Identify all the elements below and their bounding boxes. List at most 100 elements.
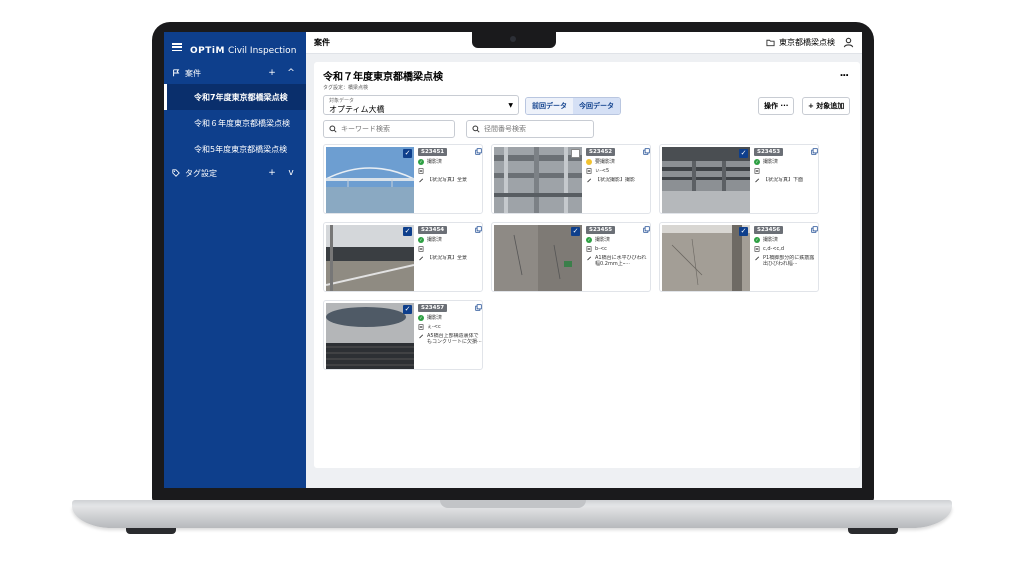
status-row: ✓ 撮影済	[754, 237, 818, 243]
add-case-icon[interactable]: +	[265, 68, 279, 78]
copy-icon[interactable]	[475, 304, 482, 311]
more-options-icon[interactable]: ...	[840, 68, 849, 79]
status-text: 撮影済	[763, 159, 779, 165]
sidebar-section-tags[interactable]: タグ設定 + v	[164, 162, 306, 184]
file-row: c,d-<c,d	[754, 246, 818, 252]
photo-thumbnail[interactable]: ✓	[326, 147, 414, 213]
memo-row: 【状況写真】全景	[418, 255, 482, 261]
photo-id-badge: S23454	[418, 226, 448, 234]
photo-id-badge: S23452	[586, 148, 616, 156]
photo-info: S23452 要撮影済 ぃ-<5 【状況撮影】撮影	[586, 148, 650, 183]
status-row: ✓ 撮影済	[418, 159, 482, 165]
context-label: 東京都橋梁点検	[779, 38, 835, 47]
select-checkbox[interactable]: ✓	[403, 305, 412, 314]
status-warning-icon	[586, 159, 592, 165]
status-text: 撮影済	[427, 237, 443, 243]
photo-thumbnail[interactable]: ✓	[494, 225, 582, 291]
add-target-button[interactable]: + 対象追加	[802, 97, 851, 115]
file-icon	[418, 168, 424, 174]
case-title: 令和７年度東京都橋梁点検	[323, 72, 443, 83]
file-text: ぃ-<5	[595, 168, 610, 174]
tab-previous-data[interactable]: 前回データ	[526, 98, 573, 114]
memo-text: 【状況写真】全景	[427, 177, 468, 183]
photo-card[interactable]: ✓ S23457 ✓ 撮影済 ぇ-<c A5橋台上部構造裏体でもコンクリートに欠損…	[323, 300, 483, 370]
sidebar-header: OPTiM Civil Inspection	[164, 32, 306, 62]
copy-icon[interactable]	[811, 148, 818, 155]
copy-icon[interactable]	[643, 226, 650, 233]
sidebar: OPTiM Civil Inspection 案件 + ^ 令和7年度東京都橋梁点…	[164, 32, 306, 488]
user-icon[interactable]	[843, 37, 854, 48]
top-bar: 案件 東京都橋梁点検	[306, 32, 862, 54]
memo-row: P1橋脚部分的に鉄筋露出ひびわれ幅···	[754, 255, 818, 267]
select-checkbox[interactable]: ✓	[403, 149, 412, 158]
select-checkbox[interactable]: ✓	[403, 227, 412, 236]
sidebar-item-case-r6[interactable]: 令和６年度東京都橋梁点検	[164, 110, 306, 136]
photo-info: S23455 ✓ 撮影済 b-<c A1橋台に水平ひびわれ幅0.2mm上ｰ···	[586, 226, 650, 267]
status-row: ✓ 撮影済	[586, 237, 650, 243]
copy-icon[interactable]	[643, 148, 650, 155]
memo-text: 【状況撮影】撮影	[595, 177, 636, 183]
memo-row: 【状況撮影】撮影	[586, 177, 650, 183]
copy-icon[interactable]	[811, 226, 818, 233]
memo-row: 【状況写真】下面	[754, 177, 818, 183]
file-row: b-<c	[586, 246, 650, 252]
logo-product: Civil Inspection	[227, 45, 297, 56]
menu-icon[interactable]	[172, 43, 182, 51]
case-panel: 令和７年度東京都橋梁点検 タグ設定：橋梁点検 ... 対象データ オプティム大橋…	[314, 62, 860, 468]
main-area: 案件 東京都橋梁点検 令和７年度東京都橋梁点検 タグ設定：橋梁点検 ... 対象…	[306, 32, 862, 488]
photo-card[interactable]: ✓ S23451 ✓ 撮影済 【状況写真】全景	[323, 144, 483, 214]
data-toggle: 前回データ 今回データ	[525, 97, 621, 115]
status-text: 要撮影済	[595, 159, 616, 165]
photo-thumbnail[interactable]: ✓	[494, 147, 582, 213]
chevron-up-icon[interactable]: ^	[284, 68, 298, 78]
photo-thumbnail[interactable]: ✓	[662, 225, 750, 291]
add-tag-icon[interactable]: +	[265, 168, 279, 178]
photo-thumbnail[interactable]: ✓	[326, 225, 414, 291]
dropdown-arrow-icon: ▼	[508, 102, 513, 109]
status-row: 要撮影済	[586, 159, 650, 165]
operation-button[interactable]: 操作 ···	[758, 97, 795, 115]
photo-card[interactable]: ✓ S23455 ✓ 撮影済 b-<c A1橋台に水平ひびわれ幅0.2mm上ｰ··…	[491, 222, 651, 292]
memo-text: A5橋台上部構造裏体でもコンクリートに欠損···	[427, 333, 482, 345]
status-check-icon: ✓	[754, 237, 760, 243]
file-icon	[418, 324, 424, 330]
sidebar-tags-label: タグ設定	[185, 168, 217, 178]
photo-thumbnail[interactable]: ✓	[662, 147, 750, 213]
keyword-search-input[interactable]: キーワード検索	[323, 120, 455, 138]
span-number-search-input[interactable]: 径間番号検索	[466, 120, 594, 138]
select-checkbox[interactable]: ✓	[571, 227, 580, 236]
target-data-value: オプティム大橋	[329, 105, 385, 114]
select-checkbox[interactable]: ✓	[739, 227, 748, 236]
status-row: ✓ 撮影済	[754, 159, 818, 165]
photo-card[interactable]: ✓ S23456 ✓ 撮影済 c,d-<c,d P1橋脚部分的に鉄筋露出ひびわれ幅…	[659, 222, 819, 292]
laptop-base	[72, 506, 952, 528]
photo-id-badge: S23456	[754, 226, 784, 234]
app-logo: OPTiM Civil Inspection	[190, 38, 296, 57]
sidebar-item-case-r7[interactable]: 令和7年度東京都橋梁点検	[164, 84, 306, 110]
search-icon	[472, 125, 480, 133]
flag-icon	[173, 69, 180, 77]
target-data-select[interactable]: 対象データ オプティム大橋 ▼	[323, 95, 519, 115]
photo-card[interactable]: ✓ S23454 ✓ 撮影済 【状況写真】全景	[323, 222, 483, 292]
photo-card[interactable]: ✓ S23452 要撮影済 ぃ-<5 【状況撮影】撮影	[491, 144, 651, 214]
file-icon	[586, 168, 592, 174]
sidebar-section-cases[interactable]: 案件 + ^	[164, 62, 306, 84]
keyword-search-placeholder: キーワード検索	[341, 125, 390, 133]
copy-icon[interactable]	[475, 148, 482, 155]
folder-icon	[766, 39, 775, 47]
memo-text: 【状況写真】全景	[427, 255, 468, 261]
chevron-down-icon[interactable]: v	[284, 168, 298, 178]
file-text: c,d-<c,d	[763, 246, 785, 252]
memo-text: A1橋台に水平ひびわれ幅0.2mm上ｰ···	[595, 255, 647, 267]
sidebar-item-case-r5[interactable]: 令和5年度東京都橋梁点検	[164, 136, 306, 162]
photo-thumbnail[interactable]: ✓	[326, 303, 414, 369]
copy-icon[interactable]	[475, 226, 482, 233]
photo-card[interactable]: ✓ S23453 ✓ 撮影済 【状況写真】下面	[659, 144, 819, 214]
context-selector[interactable]: 東京都橋梁点検	[766, 37, 835, 48]
photo-id-badge: S23453	[754, 148, 784, 156]
select-checkbox[interactable]: ✓	[739, 149, 748, 158]
file-row	[418, 246, 482, 252]
status-text: 撮影済	[427, 315, 443, 321]
select-checkbox[interactable]: ✓	[571, 149, 580, 158]
tab-current-data[interactable]: 今回データ	[573, 98, 620, 114]
